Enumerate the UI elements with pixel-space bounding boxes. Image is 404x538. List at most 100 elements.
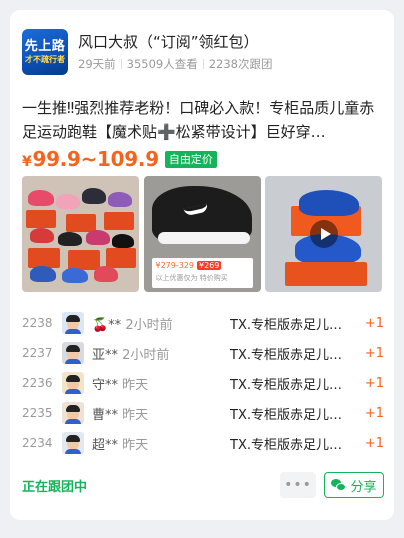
shoe-shape [112,234,134,248]
buyer-name-time: 曹** 昨天 [92,404,170,423]
shoe-box [285,262,367,286]
follow-status[interactable]: 正在跟团中 [22,476,87,495]
ordered-product: TX.专柜版赤足儿… [230,347,342,363]
posted-time: 29天前 [78,57,116,71]
product-images: ¥279-329 ¥269 以上优惠仅为 特价购买 [22,176,382,292]
promo-price: ¥279-329 [155,261,195,270]
shoe-box [28,248,60,268]
product-image-black-shoe[interactable]: ¥279-329 ¥269 以上优惠仅为 特价购买 [143,176,261,292]
avatar-hair [66,375,80,382]
share-button[interactable]: 分享 [324,472,384,498]
order-quantity: +1 [364,435,384,451]
shoe-box [26,210,56,228]
meta-divider [202,59,204,69]
promo-chip: ¥269 [197,261,222,270]
buyer-name-time: 🍒** 2小时前 [92,314,173,333]
ordered-product: TX.专柜版赤足儿… [230,437,342,453]
avatar-body [65,389,81,394]
record-number: 2234 [22,436,53,450]
order-quantity: +1 [364,315,384,331]
record-number: 2236 [22,376,53,390]
ordered-product: TX.专柜版赤足儿… [230,317,342,333]
shoe-box [66,214,96,232]
group-header[interactable]: 先上路 才不疏行者 风口大叔（“订阅”领红包） 29天前 35509人查看 2238… [22,28,384,76]
order-time: 昨天 [122,407,149,423]
group-avatar[interactable]: 先上路 才不疏行者 [22,29,68,75]
shoe-shape [94,266,118,282]
shoe-shape [62,268,88,283]
avatar-body [65,449,81,454]
product-image-colorful-shoes[interactable] [22,176,139,292]
shoe-shape [30,266,56,282]
product-price: ¥99.9~109.9 [22,147,159,171]
product-image-blue-shoes-video[interactable] [265,176,382,292]
order-records: 2238 🍒** 2小时前 TX.专柜版赤足儿… +1 2237 亚** 2小时前 TX.专… [22,308,384,458]
price-tag-badge: 自由定价 [164,150,217,168]
shoe-shape [30,228,54,243]
order-count: 2238次跟团 [208,57,273,71]
shoe-shape [108,192,132,207]
price-row: ¥99.9~109.9 自由定价 [22,146,217,172]
record-number: 2237 [22,346,53,360]
shoe-shape [58,232,82,246]
more-button[interactable]: ••• [280,472,316,498]
view-count: 35509人查看 [126,57,198,71]
order-time: 昨天 [122,377,149,393]
shoe-shape [299,190,359,216]
share-label: 分享 [350,479,377,495]
shoe-shape [56,194,80,209]
buyer-avatar [62,432,84,454]
buyer-avatar [62,402,84,424]
product-title[interactable]: 一生推‼强烈推荐老粉！口碑必入款！专柜品质儿童赤足运动跑鞋【魔术贴➕松紧带设计】… [22,96,384,144]
order-quantity: +1 [364,375,384,391]
avatar-text-main: 先上路 [24,39,66,54]
order-quantity: +1 [364,405,384,421]
record-number: 2235 [22,406,53,420]
group-name[interactable]: 风口大叔（“订阅”领红包） [78,31,384,53]
order-record-row[interactable]: 2235 曹** 昨天 TX.专柜版赤足儿… +1 [22,398,384,428]
order-record-row[interactable]: 2238 🍒** 2小时前 TX.专柜版赤足儿… +1 [22,308,384,338]
ordered-product: TX.专柜版赤足儿… [230,407,342,423]
buyer-name-time: 守** 昨天 [92,374,170,393]
group-info: 风口大叔（“订阅”领红包） 29天前 35509人查看 2238次跟团 [78,31,384,73]
record-number: 2238 [22,316,53,330]
shoe-box [104,212,134,230]
order-quantity: +1 [364,345,384,361]
buyer-avatar [62,312,84,334]
shoe-shape [86,230,110,245]
avatar-hair [66,345,80,352]
avatar-text-sub: 才不疏行者 [25,55,65,64]
avatar-hair [66,405,80,412]
avatar-hair [66,435,80,442]
buyer-name-time: 亚** 2小时前 [92,344,170,363]
avatar-body [65,359,81,364]
group-buy-card[interactable]: 先上路 才不疏行者 风口大叔（“订阅”领红包） 29天前 35509人查看 2238… [10,10,394,520]
group-meta: 29天前 35509人查看 2238次跟团 [78,55,384,73]
play-icon[interactable] [310,220,338,248]
order-record-row[interactable]: 2237 亚** 2小时前 TX.专柜版赤足儿… +1 [22,338,384,368]
ordered-product: TX.专柜版赤足儿… [230,377,342,393]
promo-price-box: ¥279-329 ¥269 以上优惠仅为 特价购买 [151,258,253,288]
avatar-body [65,329,81,334]
buyer-name: 曹** [92,407,119,423]
buyer-name-time: 超** 昨天 [92,434,170,453]
shoe-shape [28,190,54,206]
avatar-hair [66,315,80,322]
buyer-name: 超** [92,437,119,453]
buyer-name: 亚** [92,347,119,363]
buyer-avatar [62,342,84,364]
order-record-row[interactable]: 2236 守** 昨天 TX.专柜版赤足儿… +1 [22,368,384,398]
currency-symbol: ¥ [22,154,32,170]
buyer-name: 守** [92,377,119,393]
shoe-sole [157,232,250,244]
avatar-body [65,419,81,424]
card-footer: 正在跟团中 ••• 分享 [22,472,384,498]
order-time: 2小时前 [125,317,173,333]
shoe-box [106,248,136,268]
buyer-avatar [62,372,84,394]
meta-divider [120,59,122,69]
order-record-row[interactable]: 2234 超** 昨天 TX.专柜版赤足儿… +1 [22,428,384,458]
wechat-icon [331,478,347,492]
promo-note: 以上优惠仅为 特价购买 [155,274,228,282]
buyer-name: 🍒** [92,317,122,333]
